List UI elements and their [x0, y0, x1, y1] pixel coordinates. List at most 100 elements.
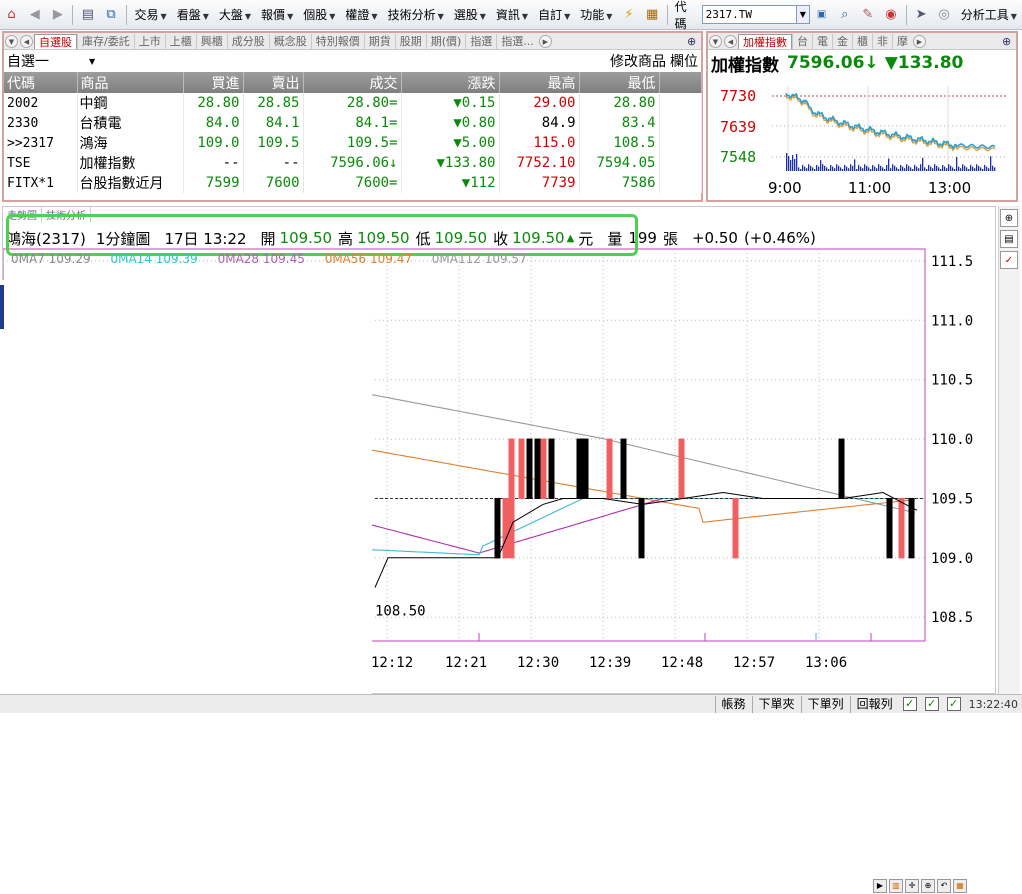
checkbox-icon[interactable]: ✓: [924, 697, 939, 711]
tab-next-icon[interactable]: ▶: [538, 35, 552, 48]
pointer-icon[interactable]: ➤: [911, 5, 930, 25]
index-volume-bar: [950, 165, 952, 171]
table-row[interactable]: 2002 中鋼 28.80 28.85 28.80= ▼0.15 29.00 28.80: [4, 93, 702, 113]
cell-code: TSE: [4, 153, 78, 173]
chart-type-icon[interactable]: ▥: [889, 878, 903, 893]
checkbox-icon[interactable]: ✓: [902, 697, 917, 711]
table-row[interactable]: TSE 加權指數 -- -- 7596.06↓ ▼133.80 7752.10 7594.05: [4, 153, 702, 173]
tab-watchlist[interactable]: 概念股: [268, 34, 311, 49]
tab-watchlist[interactable]: 股期: [394, 34, 426, 49]
tab-watchlist[interactable]: 自選股: [34, 34, 77, 49]
table-row[interactable]: FITX*1 台股指數近月 7599 7600 7600= ▼112 7739 7586: [4, 173, 702, 193]
tab-watchlist[interactable]: 成分股: [226, 34, 269, 49]
popout-icon[interactable]: ⧉: [101, 5, 120, 25]
menu-item[interactable]: 資訊 ▼: [496, 6, 528, 23]
chevron-down-icon[interactable]: ▼: [796, 5, 811, 24]
column-header[interactable]: 賣出: [243, 72, 304, 93]
menu-item[interactable]: 個股 ▼: [303, 6, 335, 23]
search-icon[interactable]: ⌕: [835, 5, 854, 25]
cell-blank: [659, 93, 702, 113]
tab-watchlist[interactable]: 上櫃: [164, 34, 196, 49]
menu-analysis-tools[interactable]: 分析工具 ▼: [961, 6, 1017, 23]
tab-index[interactable]: 摩: [892, 34, 912, 49]
menu-item[interactable]: 自訂 ▼: [538, 6, 570, 23]
column-header[interactable]: 最低: [579, 72, 660, 93]
tab-watchlist[interactable]: 特別報價: [310, 34, 364, 49]
index-volume-bar: [924, 167, 926, 171]
moving-average-legend: 0MA7 109.29 0MA14 109.39 0MA28 109.45 0M…: [11, 252, 543, 266]
edit-products-button[interactable]: 修改商品: [610, 51, 666, 71]
menu-item[interactable]: 選股 ▼: [454, 6, 486, 23]
menu-item[interactable]: 權證 ▼: [345, 6, 377, 23]
order-folder-button[interactable]: 下單夾: [751, 695, 801, 713]
settings-icon[interactable]: ▦: [953, 878, 967, 893]
accounts-button[interactable]: 帳務: [714, 695, 752, 713]
blank-region: [2, 280, 372, 713]
menu-item[interactable]: 功能 ▼: [580, 6, 612, 23]
forward-icon[interactable]: ▶: [48, 5, 67, 25]
menu-item[interactable]: 看盤 ▼: [177, 6, 209, 23]
check-icon[interactable]: ✓: [1000, 251, 1018, 269]
tab-index[interactable]: 電: [812, 34, 832, 49]
tab-prev-icon[interactable]: ◀: [20, 35, 33, 48]
tab-watchlist[interactable]: 期貨: [363, 34, 395, 49]
tab-prev-icon[interactable]: ◀: [724, 35, 737, 48]
scroll-right-icon[interactable]: ▶: [873, 878, 887, 893]
tab-index[interactable]: 金: [832, 34, 852, 49]
table-row[interactable]: 2330 台積電 84.0 84.1 84.1= ▼0.80 84.9 83.4: [4, 113, 702, 133]
tab-index[interactable]: 台: [792, 34, 812, 49]
tab-watchlist[interactable]: 上市: [133, 34, 165, 49]
column-header[interactable]: 買進: [183, 72, 244, 93]
tab-next-icon[interactable]: ▶: [913, 35, 926, 48]
zoom-icon[interactable]: ⊕: [1002, 35, 1016, 49]
crosshair-icon[interactable]: ✛: [905, 878, 919, 893]
watchlist-selector[interactable]: 自選一: [7, 51, 49, 71]
table-row[interactable]: >>2317 鴻海 109.0 109.5 109.5= ▼5.00 115.0 108.5: [4, 133, 702, 153]
checkbox-icon[interactable]: ✓: [946, 697, 961, 711]
tab-watchlist[interactable]: 指選: [465, 34, 496, 49]
index-volume-bar: [932, 168, 934, 171]
column-header[interactable]: 商品: [77, 72, 184, 93]
cell-high: 84.9: [499, 113, 580, 133]
column-header[interactable]: 漲跌: [401, 72, 500, 93]
alert-icon[interactable]: ◉: [881, 5, 900, 25]
analysis-icon[interactable]: ◎: [935, 5, 954, 25]
fields-button[interactable]: 欄位: [670, 51, 698, 71]
code-input[interactable]: [701, 5, 797, 24]
zoom-icon[interactable]: ⊕: [687, 35, 701, 49]
menu-item[interactable]: 大盤 ▼: [219, 6, 251, 23]
index-volume-bar: [862, 168, 864, 171]
quote-icon[interactable]: ▣: [812, 5, 831, 25]
tab-watchlist[interactable]: 庫存/委託: [77, 34, 134, 49]
column-header[interactable]: 代碼: [4, 72, 78, 93]
order-bar-button[interactable]: 下單列: [800, 695, 850, 713]
calendar-icon[interactable]: ▦: [643, 5, 662, 25]
home-icon[interactable]: ⌂: [2, 5, 21, 25]
tools-icon[interactable]: ✎: [858, 5, 877, 25]
menu-item[interactable]: 交易 ▼: [135, 6, 167, 23]
index-volume-bar: [860, 166, 862, 171]
tab-menu-icon[interactable]: ▼: [709, 35, 722, 48]
tab-watchlist[interactable]: 指選...: [496, 34, 538, 49]
column-header[interactable]: 最高: [499, 72, 580, 93]
index-volume-bar: [970, 165, 972, 171]
tab-watchlist[interactable]: 期(價): [425, 34, 466, 49]
tab-index[interactable]: 櫃: [852, 34, 872, 49]
tab-watchlist[interactable]: 興櫃: [195, 34, 227, 49]
print-icon[interactable]: ▤: [78, 5, 97, 25]
report-bar-button[interactable]: 回報列: [849, 695, 899, 713]
chevron-down-icon[interactable]: ▼: [89, 57, 95, 66]
menu-item[interactable]: 技術分析 ▼: [388, 6, 444, 23]
tab-menu-icon[interactable]: ▼: [5, 35, 18, 48]
index-volume-bar: [956, 157, 958, 171]
lightning-icon[interactable]: ⚡: [619, 5, 638, 25]
menu-item[interactable]: 報價 ▼: [261, 6, 293, 23]
tab-index[interactable]: 非: [872, 34, 892, 49]
undo-icon[interactable]: ↶: [937, 878, 951, 893]
column-header[interactable]: 成交: [303, 72, 402, 93]
tab-index[interactable]: 加權指數: [738, 34, 792, 49]
zoom-icon[interactable]: ⊕: [1000, 209, 1018, 227]
info-icon[interactable]: ▤: [1000, 230, 1018, 248]
back-icon[interactable]: ◀: [25, 5, 44, 25]
zoom-icon[interactable]: ⊕: [921, 878, 935, 893]
